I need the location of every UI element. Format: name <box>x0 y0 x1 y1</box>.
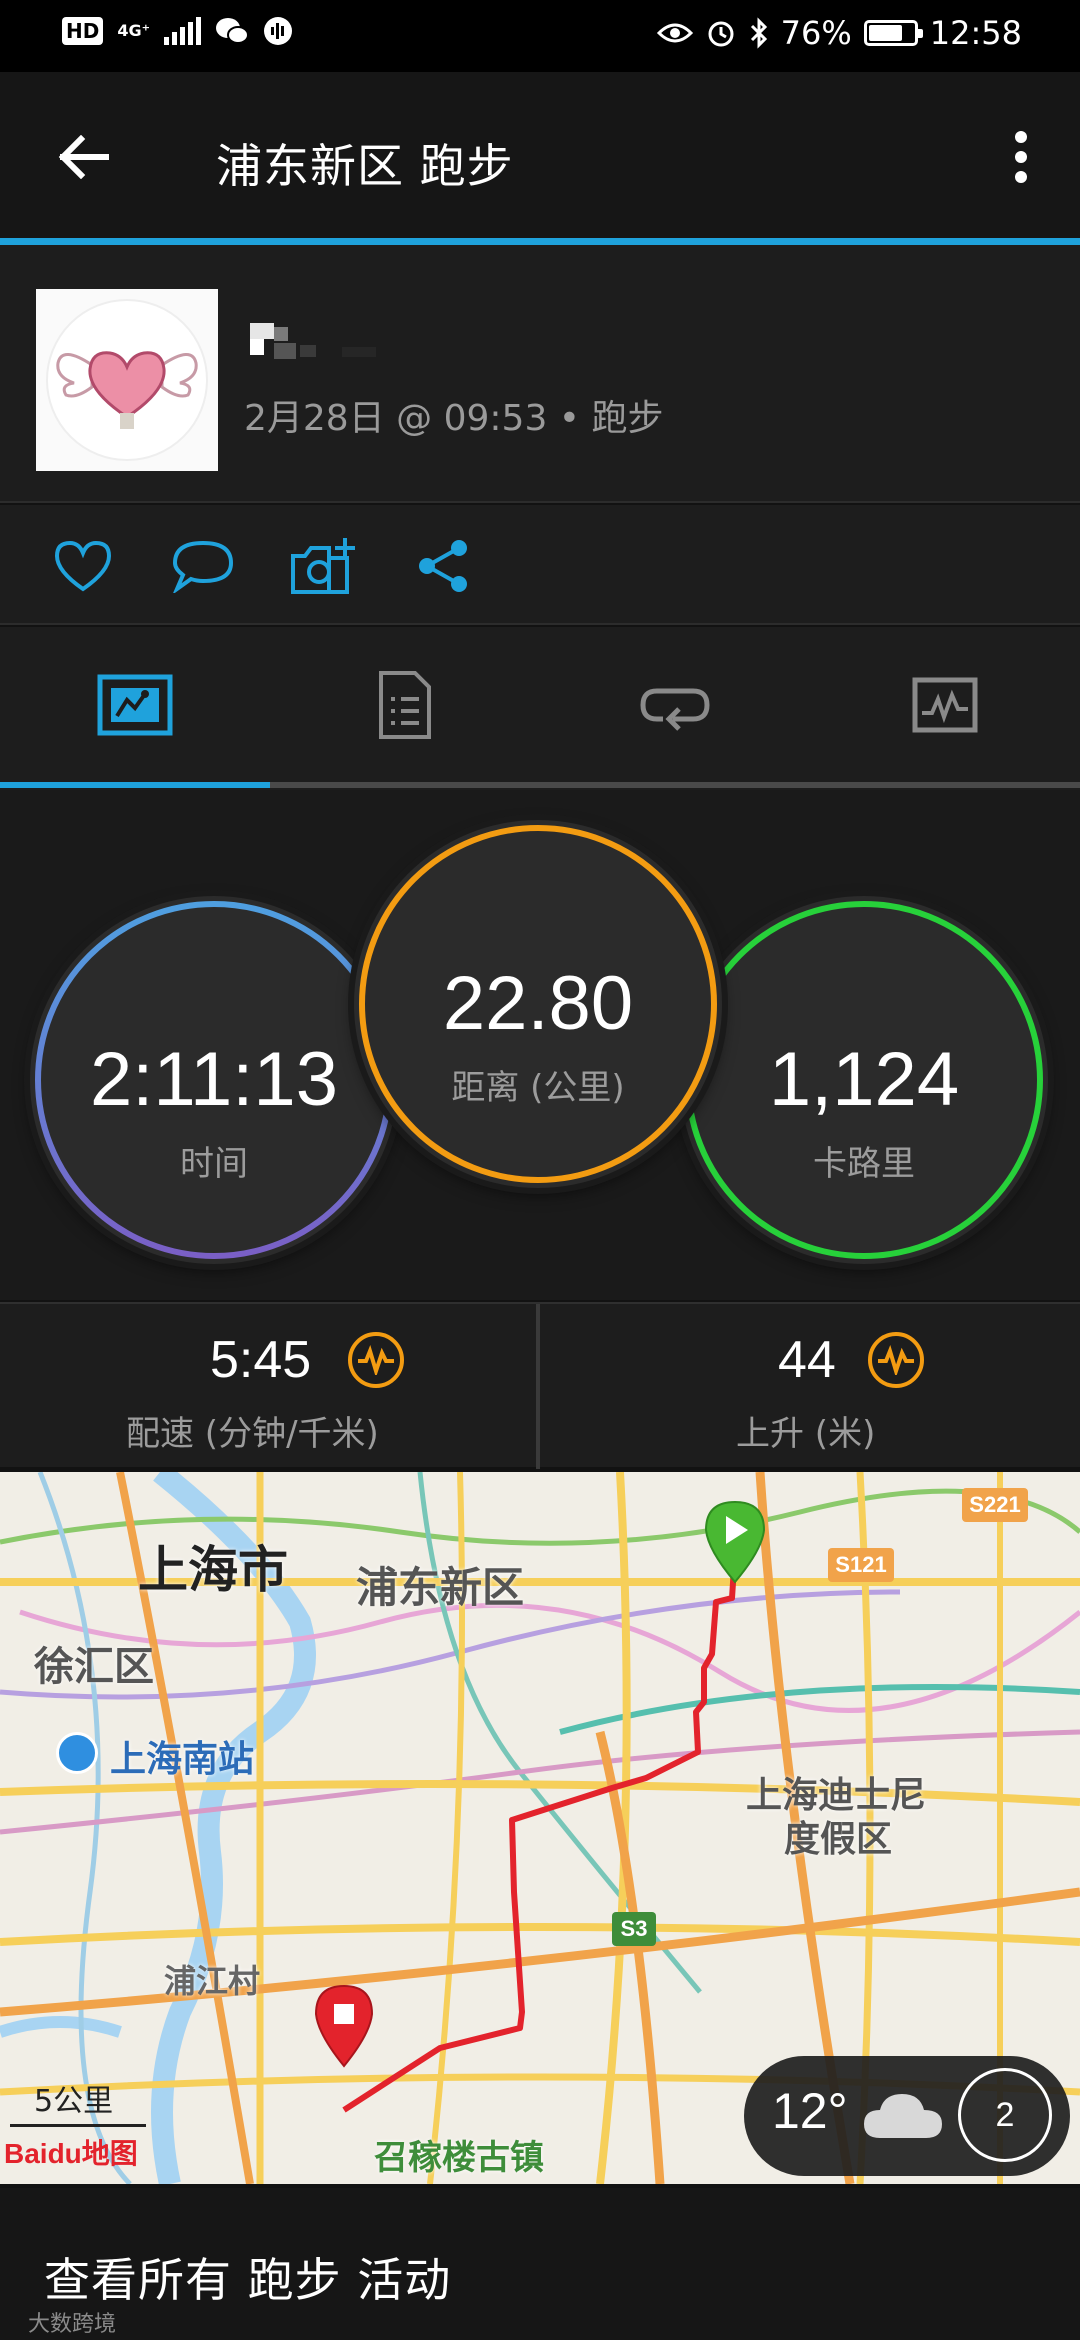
like-button[interactable] <box>48 531 118 601</box>
ascent-label: 上升 (米) <box>736 1414 876 1454</box>
winged-heart-icon <box>56 351 198 429</box>
clock: 12:58 <box>929 14 1022 52</box>
secondary-stats: 5:45 配速 (分钟/千米) 44 上升 (米) <box>0 1302 1080 1469</box>
username-pixelated <box>246 323 396 369</box>
status-bar: HD 4G⁺ 76% 12:58 <box>0 0 1080 72</box>
tab-indicator <box>0 782 270 788</box>
time-label: 时间 <box>180 1144 248 1184</box>
pulse-icon <box>348 1332 404 1388</box>
tab-charts[interactable] <box>810 627 1080 782</box>
summary-stats: 2:11:13 时间 1,124 卡路里 22.80 距离 (公里) <box>0 790 1080 1300</box>
heart-icon <box>54 540 112 592</box>
baidu-logo: Baidu地图 <box>4 2138 138 2169</box>
more-vertical-icon <box>1015 131 1027 183</box>
distance-value: 22.80 <box>442 961 634 1046</box>
alarm-icon <box>708 21 734 47</box>
add-photo-button[interactable] <box>288 531 358 601</box>
action-bar <box>0 505 1080 625</box>
distance-label: 距离 (公里) <box>451 1068 625 1108</box>
scale-label: 5公里 <box>34 2084 114 2119</box>
tab-laps[interactable] <box>540 627 810 782</box>
scale-bar <box>10 2124 146 2127</box>
s221-shield: S221 <box>962 1488 1028 1522</box>
app-bar: 浦东新区 跑步 <box>0 72 1080 242</box>
arrow-left-icon <box>58 135 109 179</box>
tab-overview[interactable] <box>0 627 270 782</box>
time-ring: 2:11:13 时间 <box>30 896 398 1264</box>
overview-icon <box>97 674 173 735</box>
map-label-shanghai: 上海市 <box>138 1541 288 1599</box>
tab-details[interactable] <box>270 627 540 782</box>
battery-percent: 76% <box>780 14 852 52</box>
calories-ring: 1,124 卡路里 <box>680 896 1048 1264</box>
activity-owner: 2月28日 @ 09:53 • 跑步 <box>0 245 1080 503</box>
signal-icon <box>164 17 202 45</box>
back-button[interactable] <box>50 124 116 190</box>
watermark: 大数跨境 <box>28 2312 117 2337</box>
activity-date: 2月28日 @ 09:53 • 跑步 <box>244 398 664 439</box>
comment-icon <box>172 540 234 593</box>
eye-icon <box>656 23 693 43</box>
network-type: 4G⁺ <box>117 21 151 40</box>
map-scale: 5公里 <box>10 2076 146 2127</box>
pulse-icon <box>868 1332 924 1388</box>
pace-label: 配速 (分钟/千米) <box>126 1414 379 1454</box>
temperature: 12° <box>772 2083 848 2139</box>
tab-bar <box>0 627 1080 790</box>
weather-count: 2 <box>958 2068 1052 2162</box>
page-title: 浦东新区 跑步 <box>216 139 514 193</box>
end-pin-icon <box>314 1984 374 2068</box>
header-accent-line <box>0 238 1080 245</box>
pace-stat[interactable]: 5:45 配速 (分钟/千米) <box>0 1304 536 1469</box>
map-label-xuhui: 徐汇区 <box>34 1644 154 1690</box>
details-icon <box>379 670 431 739</box>
route-line <box>342 1551 738 2113</box>
share-icon <box>419 540 467 592</box>
map-label-south-station: 上海南站 <box>110 1739 255 1780</box>
ascent-value: 44 <box>778 1331 836 1389</box>
wechat-icon <box>216 18 250 44</box>
calories-value: 1,124 <box>768 1037 960 1122</box>
map-label-disney-2: 度假区 <box>784 1819 893 1860</box>
ascent-stat[interactable]: 44 上升 (米) <box>540 1304 1080 1469</box>
more-button[interactable] <box>996 124 1046 190</box>
map-label-zhaojialou: 召稼楼古镇 <box>374 2138 544 2178</box>
battery-icon <box>863 20 923 46</box>
bluetooth-icon <box>750 17 767 49</box>
footer: 查看所有 跑步 活动 <box>0 2188 1080 2340</box>
start-pin-icon <box>704 1500 766 1584</box>
share-button[interactable] <box>408 531 478 601</box>
map-label-pujiang: 浦江村 <box>164 1962 261 2000</box>
avatar[interactable] <box>36 289 218 471</box>
distance-ring: 22.80 距离 (公里) <box>354 820 722 1188</box>
s121-shield: S121 <box>828 1548 894 1582</box>
calories-label: 卡路里 <box>813 1144 915 1184</box>
view-all-activities-link[interactable]: 查看所有 跑步 活动 <box>44 2244 451 2310</box>
charts-icon <box>912 677 978 732</box>
station-icon <box>56 1732 98 1774</box>
cloud-icon <box>864 2094 942 2138</box>
s3-shield: S3 <box>612 1912 656 1946</box>
laps-icon <box>640 688 710 731</box>
comment-button[interactable] <box>168 531 238 601</box>
time-value: 2:11:13 <box>90 1037 338 1122</box>
audio-icon <box>264 17 293 45</box>
pace-value: 5:45 <box>210 1331 312 1389</box>
hd-icon: HD <box>62 17 104 45</box>
weather-widget[interactable]: 12° 2 <box>744 2056 1070 2176</box>
add-photo-icon <box>291 538 355 594</box>
map-label-pudong: 浦东新区 <box>356 1563 525 1612</box>
